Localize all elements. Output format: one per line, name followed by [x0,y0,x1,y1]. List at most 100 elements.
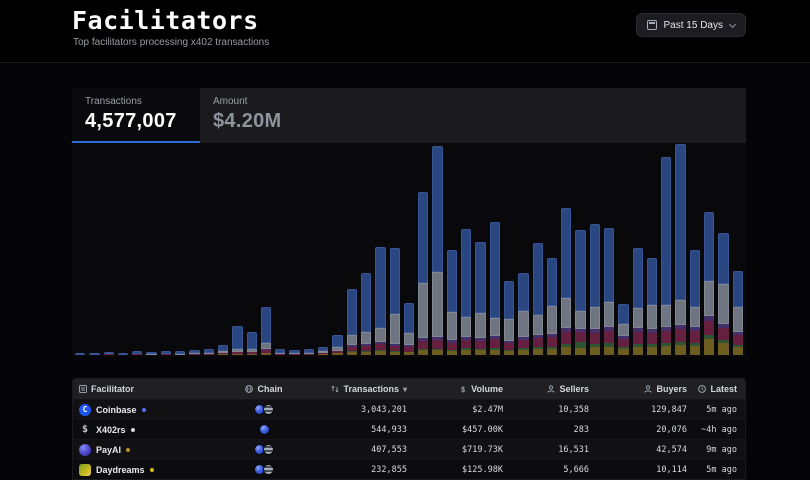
chart-bar[interactable] [175,351,185,355]
chart-bar[interactable] [561,208,571,355]
chart-bar[interactable] [618,304,628,355]
facilitator-name: X402rs [96,425,126,435]
tab-transactions[interactable]: Transactions 4,577,007 [72,88,200,143]
chart-bar[interactable] [432,146,442,355]
chart-segment-olive [218,354,228,355]
chart-bar[interactable] [247,332,257,355]
chart-segment-olive [318,354,328,355]
chart-segment-olive [690,346,700,355]
chart-segment-slate [504,319,514,341]
chart-bar[interactable] [718,233,728,355]
chart-bar[interactable] [704,212,714,355]
chart-bar[interactable] [661,157,671,355]
globe-icon [245,385,253,393]
column-header-volume[interactable]: $ Volume [407,384,503,394]
chart-segment-slate [675,300,685,325]
chart-bar[interactable] [146,352,156,355]
table-row[interactable]: Daydreams232,855$125.98K5,66610,1145m ag… [73,459,745,479]
chart-segment-olive [390,352,400,355]
chart-bar[interactable] [633,248,643,355]
transactions-cell: 407,553 [299,445,407,455]
period-selector-button[interactable]: Past 15 Days [636,13,746,37]
column-header-facilitator[interactable]: Facilitator [79,384,229,394]
chart-bar[interactable] [261,307,271,355]
volume-cell: $125.98K [407,465,503,475]
chart-bar[interactable] [490,222,500,355]
chart-bar[interactable] [590,224,600,355]
chart-bar[interactable] [161,351,171,355]
chart-bar[interactable] [533,243,543,355]
column-header-transactions[interactable]: Transactions ▾ [299,384,407,394]
chart-bar[interactable] [289,350,299,355]
chart-bar[interactable] [132,351,142,355]
chart-segment-olive [518,350,528,355]
coinbase-logo-icon: C [79,404,91,416]
chart-bar[interactable] [447,250,457,355]
chart-bar[interactable] [390,248,400,355]
chart-bar[interactable] [361,273,371,355]
table-row[interactable]: PayAI407,553$719.73K16,53142,5749m ago [73,439,745,459]
chart-bar[interactable] [375,247,385,355]
transactions-cell: 232,855 [299,465,407,475]
chart-bar[interactable] [418,192,428,355]
chart-bar[interactable] [189,350,199,355]
chart-segment-slate [590,307,600,329]
chart-segment-olive [718,343,728,355]
chart-bar[interactable] [575,230,585,355]
chart-bar[interactable] [218,345,228,355]
table-row[interactable]: $X402rs544,933$457.00K28320,076~4h ago [73,419,745,439]
chart-bar[interactable] [504,281,514,355]
chart-bar[interactable] [675,144,685,355]
chart-bar[interactable] [318,347,328,355]
chevron-down-icon [729,20,736,27]
clock-icon [698,385,706,393]
tab-amount[interactable]: Amount $4.20M [200,88,328,143]
chart-bar[interactable] [690,250,700,355]
chart-bar[interactable] [547,258,557,355]
swap-icon [331,385,339,393]
chart-bar[interactable] [232,326,242,355]
chart-bar[interactable] [347,289,357,355]
chart-segment-olive [561,347,571,355]
chart-bar[interactable] [404,303,414,355]
chart-bar[interactable] [332,335,342,355]
chart-bar[interactable] [204,349,214,355]
buyers-cell: 42,574 [589,445,687,455]
chart-bar[interactable] [89,353,99,355]
transactions-cell: 3,043,201 [299,405,407,415]
latest-cell: 5m ago [687,465,737,475]
column-header-sellers[interactable]: Sellers [503,384,589,394]
chart-segment-olive [418,350,428,355]
chart-segment-slate [432,272,442,337]
facilitators-table: Facilitator Chain Transactions ▾ $ Volum… [72,378,746,480]
chart-bar[interactable] [461,229,471,355]
chart-segment-olive [633,347,643,355]
chart-bar[interactable] [104,352,114,355]
chart-bar[interactable] [118,353,128,355]
facilitator-cell: $X402rs [79,424,229,436]
chart-segment-blue [518,273,528,311]
chart-bar[interactable] [518,273,528,355]
chart-segment-maroon [661,331,671,343]
chart-bar[interactable] [304,349,314,355]
chart-bar[interactable] [475,242,485,355]
column-header-latest[interactable]: Latest [687,384,737,394]
chart-segment-blue [89,353,99,355]
chart-bar[interactable] [75,353,85,355]
chart-segment-maroon [447,343,457,350]
latest-cell: 9m ago [687,445,737,455]
chart-segment-blue [533,243,543,315]
facilitator-name: Daydreams [96,465,145,475]
chart-bar[interactable] [647,258,657,355]
chart-bar[interactable] [604,228,614,355]
chart-segment-maroon [490,339,500,348]
chart-segment-blue [261,307,271,343]
chart-segment-maroon [461,340,471,348]
chart-bar[interactable] [733,271,743,355]
chart-segment-slate [390,314,400,344]
table-row[interactable]: CCoinbase3,043,201$2.47M10,358129,8475m … [73,399,745,419]
chart-bar[interactable] [275,349,285,355]
column-header-chain[interactable]: Chain [229,384,299,394]
column-header-buyers[interactable]: Buyers [589,384,687,394]
chart-segment-slate [604,302,614,327]
